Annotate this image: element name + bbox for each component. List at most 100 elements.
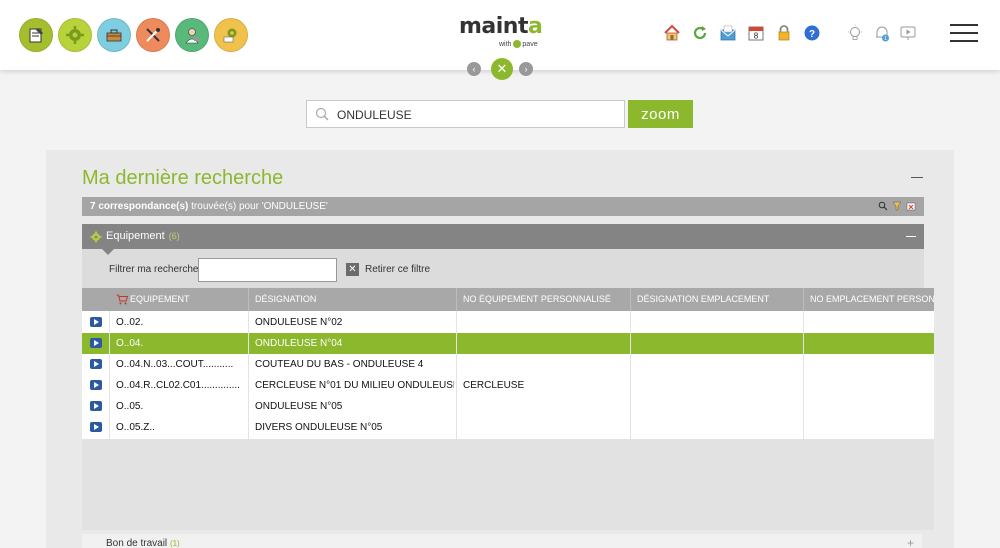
zoom-search-button[interactable]: zoom <box>628 100 693 128</box>
section-label: Equipement <box>106 230 165 242</box>
section-label: Bon de travail <box>106 538 168 548</box>
table-row[interactable]: O..05.Z.. DIVERS ONDULEUSE N°05 <box>82 417 934 438</box>
cell-location-no <box>810 396 930 417</box>
filter-area: Filtrer ma recherche ✕ Retirer ce filtre <box>82 249 924 288</box>
cell-custom-no <box>463 312 627 333</box>
equipment-section-header[interactable]: Equipement (6) <box>82 224 924 249</box>
search-input[interactable] <box>337 105 617 125</box>
results-summary-bar: 7 correspondance(s) trouvée(s) pour 'OND… <box>82 197 924 216</box>
results-count: 7 correspondance(s) <box>90 201 189 212</box>
column-header-custom-no[interactable]: NO ÉQUIPEMENT PERSONNALISÉ <box>463 288 629 311</box>
section-pointer <box>102 249 114 255</box>
hamburger-menu-icon[interactable] <box>950 24 978 44</box>
cell-designation: ONDULEUSE N°05 <box>255 401 343 412</box>
column-header-location-no[interactable]: NO EMPLACEMENT PERSONNAL <box>810 288 934 311</box>
close-icon[interactable]: ✕ <box>491 58 513 80</box>
expand-icon[interactable]: + <box>907 537 914 548</box>
section-collapse-icon[interactable] <box>906 236 916 237</box>
svg-text:1: 1 <box>884 36 887 42</box>
table-row[interactable]: O..04.R..CL02.C01.............. CERCLEUSE… <box>82 375 934 396</box>
lock-icon[interactable] <box>774 23 794 43</box>
previous-arrow-icon[interactable]: ‹ <box>467 62 481 76</box>
open-record-icon[interactable] <box>90 401 102 411</box>
cell-designation: COUTEAU DU BAS - ONDULEUSE 4 <box>255 359 424 370</box>
cell-code: O..04.R..CL02.C01.............. <box>116 380 240 391</box>
mainta-logo[interactable]: mainta with pave <box>459 14 543 52</box>
cell-location <box>637 354 801 375</box>
table-row[interactable]: O..04.N..03...COUT........... COUTEAU DU … <box>82 354 934 375</box>
cell-location-no <box>810 375 930 396</box>
calendar-icon[interactable]: 8 <box>746 23 766 43</box>
tools-icon[interactable] <box>136 18 170 52</box>
open-record-icon[interactable] <box>90 338 102 348</box>
table-empty-area <box>82 439 934 530</box>
settings-icon[interactable] <box>214 18 248 52</box>
clear-filter-label[interactable]: Retirer ce filtre <box>365 264 430 275</box>
table-header: EQUIPEMENT DÉSIGNATION NO ÉQUIPEMENT PER… <box>82 288 934 311</box>
cell-custom-no <box>463 396 627 417</box>
filter-icon[interactable] <box>892 200 902 212</box>
open-record-icon[interactable] <box>90 380 102 390</box>
filter-input[interactable] <box>198 258 337 282</box>
column-header-equipement[interactable]: EQUIPEMENT <box>130 288 250 311</box>
module-navigator: ‹ ✕ › <box>465 58 537 80</box>
cell-location <box>637 396 801 417</box>
open-record-icon[interactable] <box>90 422 102 432</box>
cell-location-no <box>810 417 930 438</box>
results-table: EQUIPEMENT DÉSIGNATION NO ÉQUIPEMENT PER… <box>82 288 934 530</box>
cell-code: O..04.N..03...COUT........... <box>116 359 234 370</box>
cell-custom-no <box>463 354 627 375</box>
table-row[interactable]: O..04. ONDULEUSE N°04 <box>82 333 934 354</box>
work-order-icon[interactable] <box>19 18 53 52</box>
cell-designation: ONDULEUSE N°04 <box>255 338 343 349</box>
results-query-text: trouvée(s) pour 'ONDULEUSE' <box>188 201 328 212</box>
table-row[interactable]: O..02. ONDULEUSE N°02 <box>82 312 934 333</box>
cell-code: O..02. <box>116 317 144 328</box>
column-header-designation[interactable]: DÉSIGNATION <box>255 288 455 311</box>
mail-icon[interactable] <box>718 23 738 43</box>
cell-designation: CERCLEUSE N°01 DU MILIEU ONDULEUSE N°4 <box>255 380 454 391</box>
video-icon[interactable] <box>898 23 918 43</box>
open-record-icon[interactable] <box>90 359 102 369</box>
gear-icon[interactable] <box>58 18 92 52</box>
technician-icon[interactable] <box>175 18 209 52</box>
cell-code: O..05.Z.. <box>116 422 155 433</box>
section-count: (6) <box>168 231 180 241</box>
cell-location <box>637 417 801 438</box>
search-zoom-icon[interactable] <box>878 200 888 212</box>
home-icon[interactable] <box>662 23 682 43</box>
work-order-section-header[interactable]: Bon de travail (1) + <box>82 534 922 548</box>
clear-filter-icon[interactable] <box>906 200 916 212</box>
svg-text:?: ? <box>809 29 815 40</box>
cell-code: O..05. <box>116 401 144 412</box>
filter-label: Filtrer ma recherche <box>109 264 199 275</box>
table-row[interactable]: O..05. ONDULEUSE N°05 <box>82 396 934 417</box>
cart-icon <box>116 294 128 305</box>
clear-filter-button[interactable]: ✕ <box>346 263 359 276</box>
cell-location <box>637 312 801 333</box>
cell-designation: ONDULEUSE N°02 <box>255 317 343 328</box>
cell-custom-no <box>463 417 627 438</box>
section-count: (1) <box>169 539 180 548</box>
notification-bell-icon[interactable]: 1 <box>872 23 892 43</box>
open-record-icon[interactable] <box>90 317 102 327</box>
panel-title: Ma dernière recherche <box>82 167 284 189</box>
cell-custom-no <box>463 333 627 354</box>
cell-location-no <box>810 354 930 375</box>
svg-text:8: 8 <box>754 32 759 41</box>
next-arrow-icon[interactable]: › <box>519 62 533 76</box>
refresh-icon[interactable] <box>690 23 710 43</box>
search-icon <box>315 107 329 121</box>
gear-icon <box>90 231 102 243</box>
panel-collapse-icon[interactable] <box>911 177 923 178</box>
cell-designation: DIVERS ONDULEUSE N°05 <box>255 422 383 433</box>
cell-location-no <box>810 312 930 333</box>
lightbulb-icon[interactable] <box>845 23 865 43</box>
cell-location <box>637 375 801 396</box>
cell-code: O..04. <box>116 338 144 349</box>
help-icon[interactable]: ? <box>802 23 822 43</box>
cell-location-no <box>810 333 930 354</box>
column-header-location[interactable]: DÉSIGNATION EMPLACEMENT <box>637 288 803 311</box>
toolbox-icon[interactable] <box>97 18 131 52</box>
cell-location <box>637 333 801 354</box>
